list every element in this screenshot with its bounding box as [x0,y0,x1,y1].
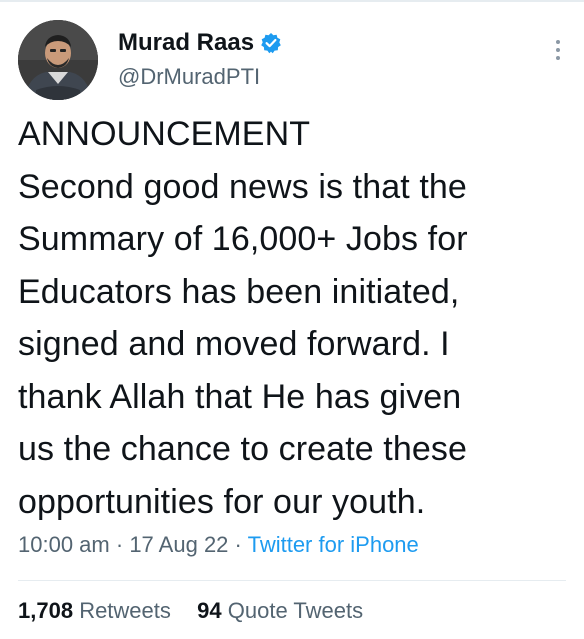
tweet-text: ANNOUNCEMENT Second good news is that th… [18,108,574,528]
display-name-row: Murad Raas [118,28,282,58]
tweet-source-link[interactable]: Twitter for iPhone [248,532,419,557]
tweet-time[interactable]: 10:00 am [18,532,110,557]
quote-tweets-count: 94 [197,598,222,623]
top-divider [0,0,584,2]
avatar-image [18,20,98,100]
tweet-stats: 1,708 Retweets 94 Quote Tweets [18,598,363,624]
verified-badge-icon [260,32,282,54]
retweets-label: Retweets [79,598,171,623]
quote-tweets-stat[interactable]: 94 Quote Tweets [197,598,363,623]
meta-separator: · [115,532,124,557]
tweet-text-line: signed and moved forward. I [18,325,450,363]
tweet-date[interactable]: 17 Aug 22 [129,532,228,557]
tweet-text-line: thank Allah that He has given [18,377,462,416]
tweet-metadata: 10:00 am · 17 Aug 22 · Twitter for iPhon… [18,532,419,558]
tweet-text-line: Second good news is that the [18,167,467,206]
quote-tweets-label: Quote Tweets [227,598,364,623]
tweet-text-line: us the chance to create these [18,430,467,468]
meta-separator: · [234,532,242,557]
tweet-header: Murad Raas @DrMuradPTI [18,20,566,104]
tweet-text-line: opportunities for our youth. [18,482,426,521]
avatar[interactable] [18,20,98,100]
display-name[interactable]: Murad Raas [118,29,254,57]
tweet-text-line: ANNOUNCEMENT [18,115,311,153]
retweets-stat[interactable]: 1,708 Retweets [18,598,177,623]
author-handle[interactable]: @DrMuradPTI [118,64,282,90]
retweets-count: 1,708 [18,598,74,623]
author-names: Murad Raas @DrMuradPTI [118,28,282,90]
stats-divider [18,580,566,581]
more-options-icon[interactable] [550,36,566,64]
tweet-text-line: Educators has been initiated, [18,272,460,311]
tweet-text-line: Summary of 16,000+ Jobs for [18,220,468,258]
